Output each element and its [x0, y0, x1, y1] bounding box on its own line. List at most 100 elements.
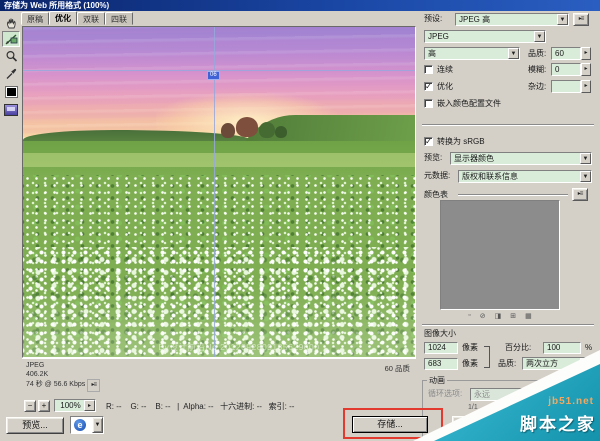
r-label: R:	[106, 402, 114, 411]
progressive-checkbox[interactable]: 连续	[424, 64, 453, 75]
zoom-tool[interactable]	[2, 48, 20, 64]
color-table-menu-button[interactable]: ▸≡	[572, 188, 588, 201]
tab-4up-label: 四联	[111, 15, 127, 24]
eyedropper-color-swatch[interactable]	[2, 84, 20, 99]
optimized-checkbox[interactable]: ✓ 优化	[424, 81, 453, 92]
blur-label: 模糊:	[528, 63, 546, 76]
tab-original[interactable]: 原稿	[21, 12, 49, 25]
percent-unit: %	[585, 341, 592, 354]
swatch-well	[5, 86, 18, 98]
tab-optimized[interactable]: 优化	[49, 11, 77, 25]
height-field[interactable]: 683	[424, 358, 458, 370]
check-icon: ✓	[425, 82, 432, 91]
convert-srgb-checkbox[interactable]: ✓ 转换为 sRGB	[424, 136, 485, 147]
preview-in-browser-button[interactable]: 预览...	[6, 417, 64, 434]
chevron-down-icon: ▼	[557, 14, 568, 25]
slider-arrow-icon[interactable]: ▸	[581, 47, 591, 60]
width-field[interactable]: 1024	[424, 342, 458, 354]
browser-dropdown-arrow[interactable]: ▼	[92, 417, 103, 433]
alpha-value: --	[208, 402, 213, 411]
format-dropdown[interactable]: JPEG ▼	[424, 30, 546, 43]
photo-tree	[236, 117, 258, 137]
optimized-image-preview[interactable]: 06 By设计前沿No.2012092809185629600	[23, 27, 415, 357]
embed-profile-checkbox[interactable]: 嵌入颜色配置文件	[424, 98, 501, 109]
width-value: 1024	[428, 343, 446, 352]
quality-label: 品质:	[528, 47, 546, 60]
add-color-icon[interactable]: ⊞	[510, 312, 516, 320]
check-icon: ✓	[425, 137, 432, 146]
b-value: --	[165, 402, 170, 411]
swatch-color-black	[7, 88, 16, 96]
download-speed-menu-button[interactable]: ▸≡	[87, 379, 100, 392]
eyedropper-tool[interactable]	[2, 65, 20, 81]
b-label: B:	[155, 402, 163, 411]
slider-arrow-icon[interactable]: ▸	[581, 80, 591, 93]
percent-field[interactable]: 100	[543, 342, 581, 354]
format-value: JPEG	[428, 31, 533, 42]
blur-stepper[interactable]: 0 ▸	[551, 63, 591, 76]
preview-mode-dropdown[interactable]: 显示器颜色 ▼	[450, 152, 592, 165]
convert-srgb-label: 转换为 sRGB	[437, 136, 485, 147]
index-label: 索引:	[269, 402, 287, 411]
checkbox-unchecked	[424, 65, 433, 74]
magnifier-icon	[5, 50, 18, 63]
window-title: 存储为 Web 所用格式 (100%)	[4, 1, 109, 10]
height-unit: 像素	[462, 357, 478, 370]
matte-picker[interactable]: ▸	[551, 80, 591, 93]
loop-options-label: 循环选项:	[428, 387, 462, 400]
preset-dropdown[interactable]: JPEG 高 ▼	[455, 13, 569, 26]
compression-quality-dropdown[interactable]: 高 ▼	[424, 47, 520, 60]
browser-select-chip[interactable]: e ▼	[70, 416, 104, 434]
preset-menu-button[interactable]: ▸≡	[573, 13, 589, 26]
tab-original-label: 原稿	[27, 15, 43, 24]
preview-mode-value: 显示器颜色	[454, 153, 579, 164]
separator	[458, 194, 568, 196]
zoom-level-dropdown[interactable]: 100% ▸	[54, 399, 96, 412]
download-time-readout: 74 秒 @ 56.6 Kbps	[26, 381, 85, 388]
compression-value: 高	[428, 48, 507, 59]
window-titlebar[interactable]: 存储为 Web 所用格式 (100%)	[0, 0, 600, 11]
browser-globe-icon: e	[74, 419, 86, 431]
delete-color-icon[interactable]: ▦	[525, 312, 532, 320]
metadata-dropdown[interactable]: 版权和联系信息 ▼	[458, 170, 592, 183]
slice-select-tool[interactable]	[2, 31, 20, 47]
optimize-info-strip: JPEG 406.2K 74 秒 @ 56.6 Kbps ▸≡ 60 品质	[22, 358, 416, 396]
preview-mode-label: 预览:	[424, 151, 442, 164]
preset-label: 预设:	[424, 12, 442, 25]
tab-2up[interactable]: 双联	[77, 12, 105, 25]
width-unit: 像素	[462, 341, 478, 354]
percent-label: 百分比:	[505, 341, 531, 354]
chevron-down-icon: ▼	[580, 153, 591, 164]
watermark-site-name: 脚本之家	[520, 410, 596, 435]
watermark-site-url: jb51.net	[548, 396, 594, 407]
lock-color-icon[interactable]: ◨	[495, 312, 502, 320]
preset-value: JPEG 高	[459, 14, 556, 25]
frame-indicator: 1/1	[468, 404, 478, 411]
menu-icon: ▸≡	[91, 382, 96, 388]
tab-2up-label: 双联	[83, 15, 99, 24]
zoom-out-icon: −	[28, 401, 33, 410]
slider-arrow-icon[interactable]: ▸	[581, 63, 591, 76]
toggle-slices-button[interactable]	[2, 102, 20, 117]
image-size-label: 图像大小	[424, 327, 456, 340]
zoom-out-button[interactable]: −	[24, 400, 36, 412]
tab-optimized-label: 优化	[55, 14, 71, 23]
index-value: --	[289, 402, 294, 411]
preview-tabs: 原稿 优化 双联 四联	[21, 12, 181, 26]
quality-stepper[interactable]: 60 ▸	[551, 47, 591, 60]
percent-value: 100	[547, 343, 560, 352]
resample-quality-label: 品质:	[498, 357, 516, 370]
hex-value: --	[257, 402, 262, 411]
zoom-in-icon: +	[42, 401, 47, 410]
hand-icon	[5, 16, 18, 29]
toggle-slices-icon	[4, 104, 18, 116]
photo-tree	[221, 123, 235, 138]
tab-4up[interactable]: 四联	[105, 12, 133, 25]
hand-tool[interactable]	[2, 14, 20, 30]
map-transparency-icon[interactable]: ▫	[468, 312, 470, 320]
web-shift-icon[interactable]: ⊘	[480, 312, 486, 320]
menu-icon: ▸≡	[578, 191, 583, 197]
zoom-in-button[interactable]: +	[38, 400, 50, 412]
metadata-label: 元数据:	[424, 169, 450, 182]
link-dimensions-bracket	[484, 346, 490, 368]
